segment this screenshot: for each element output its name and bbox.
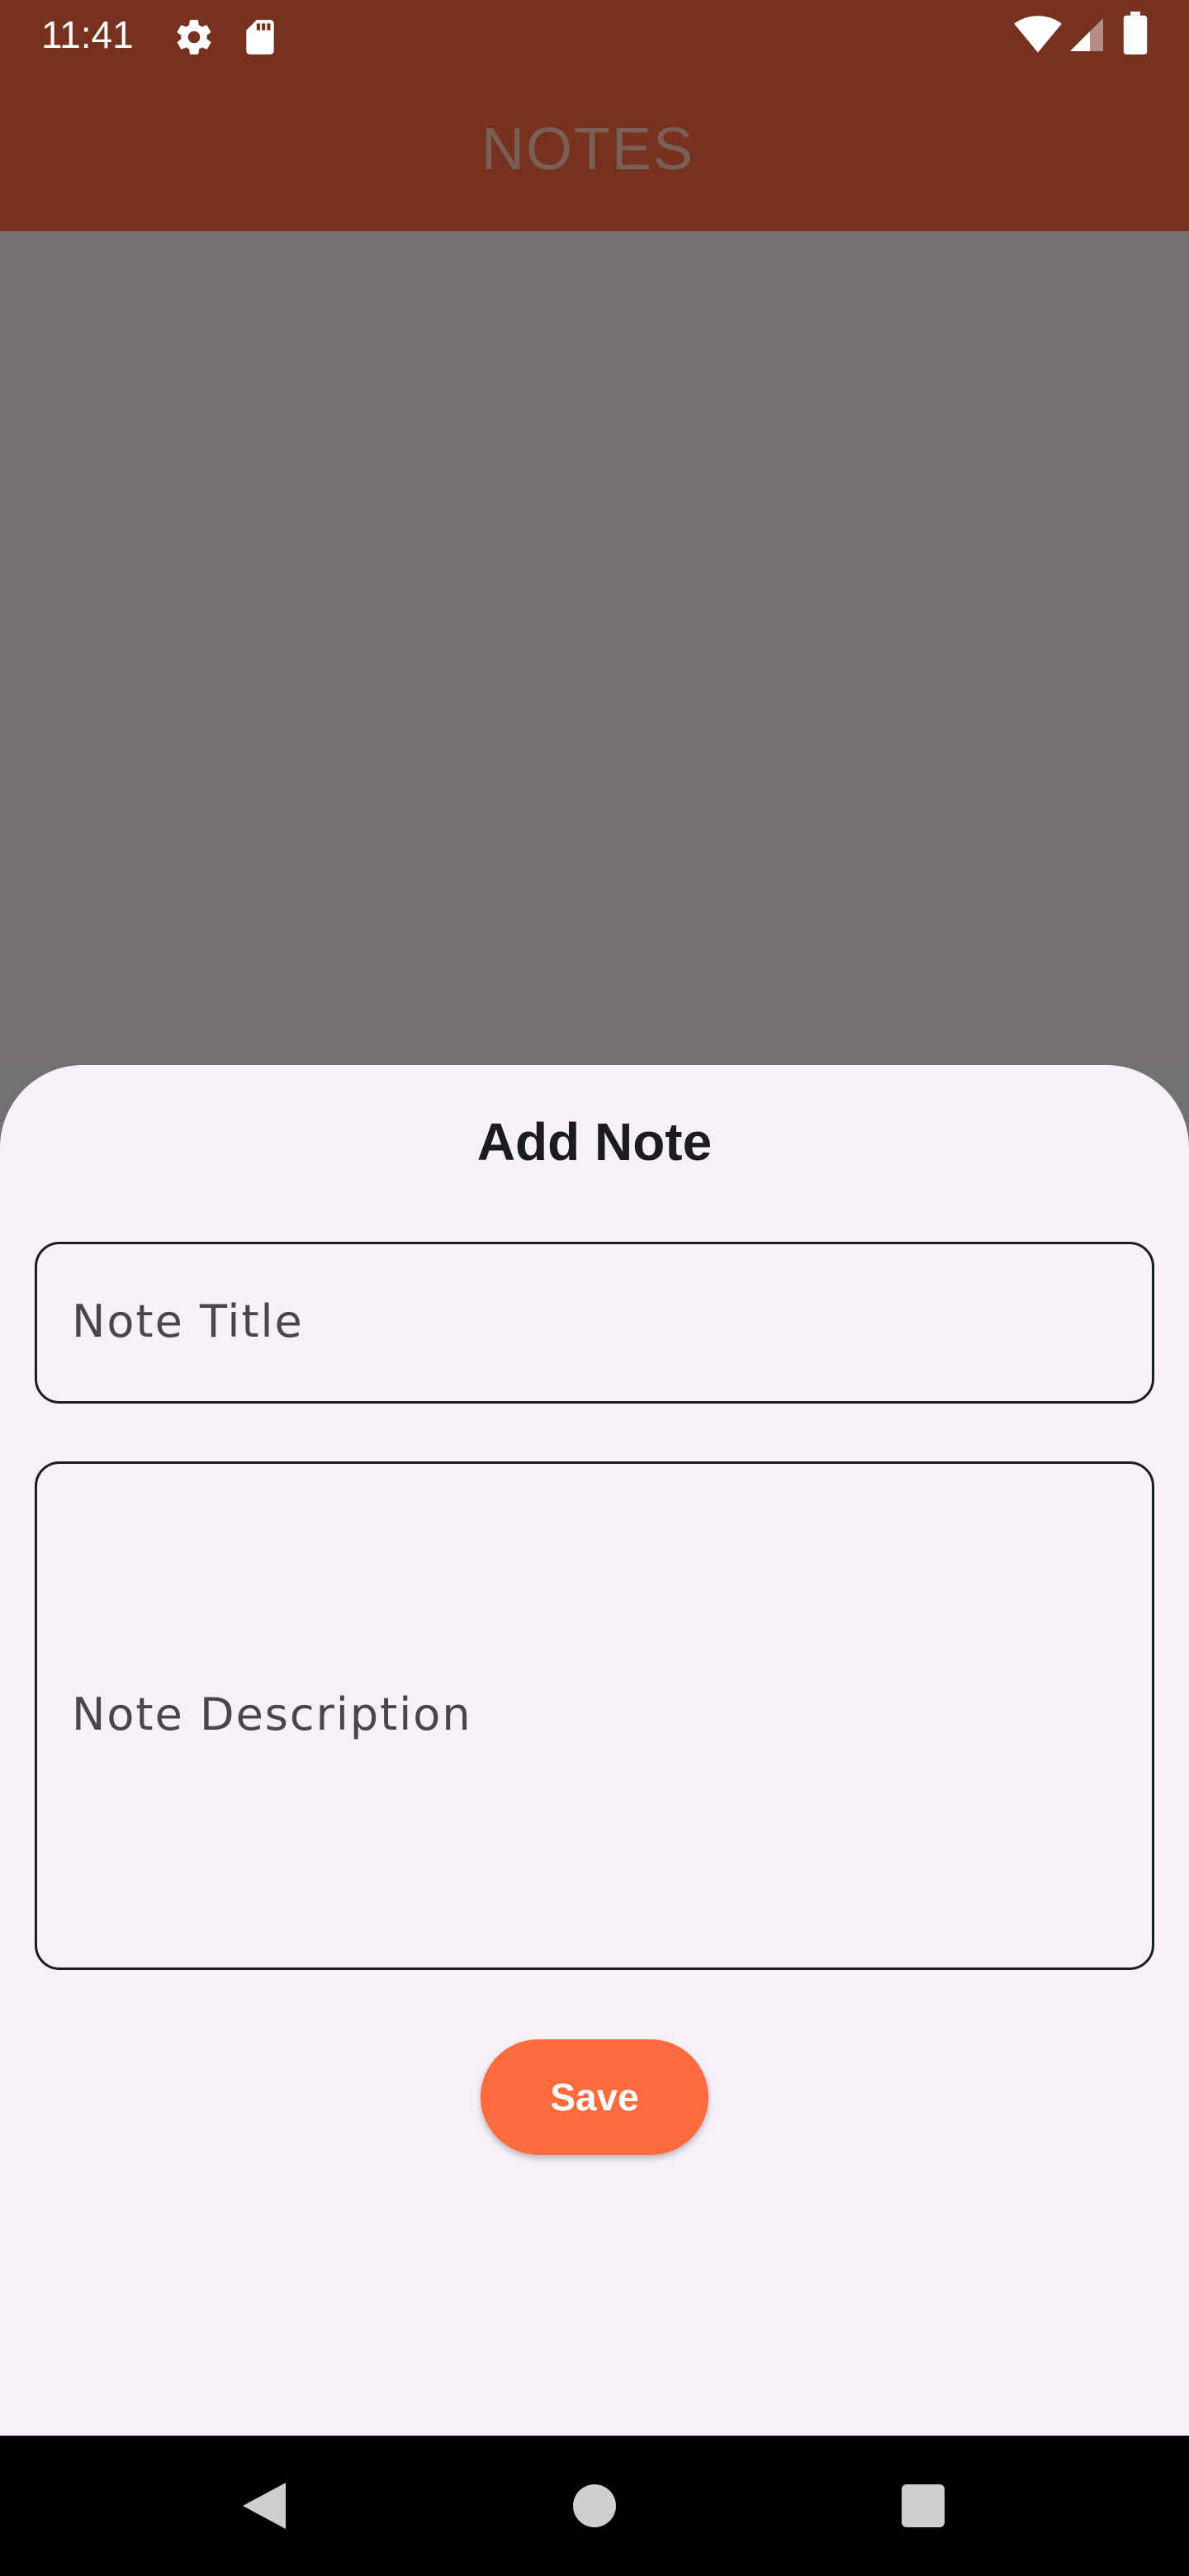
sd-card-icon [239, 17, 281, 62]
add-note-bottom-sheet: Add Note Note Title Note Description Sav… [0, 1065, 1189, 2436]
status-time: 11:41 [41, 13, 134, 56]
note-description-placeholder: Note Description [72, 1688, 472, 1740]
note-title-placeholder: Note Title [72, 1295, 304, 1347]
save-button[interactable]: Save [481, 2039, 708, 2155]
battery-icon [1123, 12, 1148, 59]
navigation-bar [0, 2436, 1189, 2576]
note-title-field[interactable]: Note Title [35, 1242, 1154, 1404]
app-bar: NOTES [0, 69, 1189, 231]
wifi-icon [1014, 15, 1062, 59]
status-bar: 11:41 [0, 0, 1189, 69]
sheet-title: Add Note [476, 1112, 713, 1172]
note-description-field[interactable]: Note Description [35, 1461, 1154, 1970]
modal-scrim[interactable] [0, 231, 1189, 1065]
recents-icon[interactable] [857, 2436, 989, 2576]
app-title: NOTES [481, 116, 695, 182]
back-icon[interactable] [198, 2436, 330, 2576]
settings-icon [173, 17, 215, 62]
signal-icon [1067, 15, 1106, 59]
home-icon[interactable] [528, 2436, 661, 2576]
